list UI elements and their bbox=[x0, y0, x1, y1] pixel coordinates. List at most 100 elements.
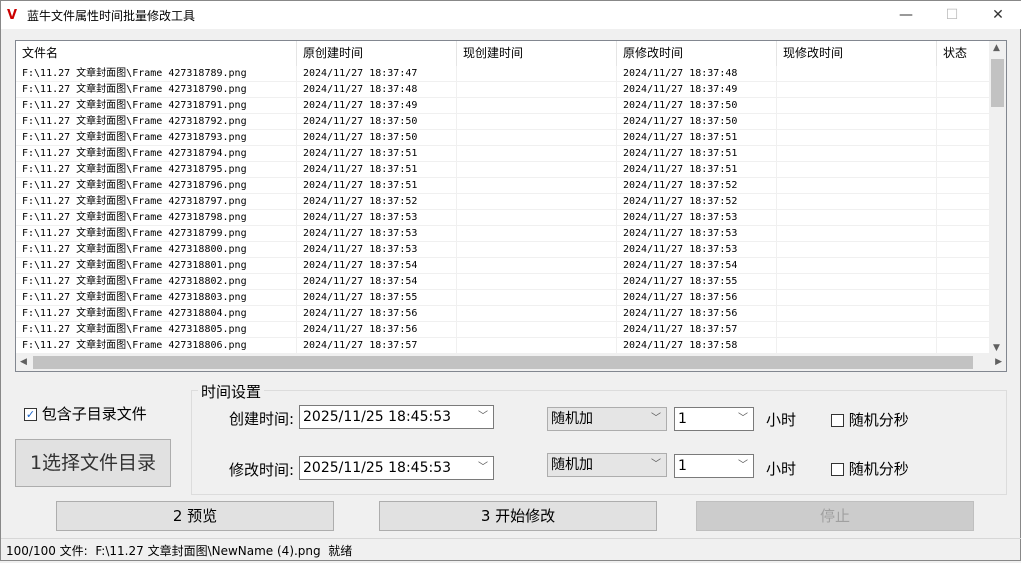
column-header[interactable]: 原创建时间 bbox=[297, 41, 457, 66]
table-row[interactable]: F:\11.27 文章封面图\Frame 427318801.png 2024/1… bbox=[16, 258, 997, 274]
table-row[interactable]: F:\11.27 文章封面图\Frame 427318799.png 2024/1… bbox=[16, 226, 997, 242]
modify-random-checkbox[interactable]: 随机分秒 bbox=[831, 458, 909, 479]
table-row[interactable]: F:\11.27 文章封面图\Frame 427318793.png 2024/1… bbox=[16, 130, 997, 146]
table-cell: 2024/11/27 18:37:53 bbox=[617, 242, 777, 258]
table-cell bbox=[937, 210, 997, 226]
table-cell bbox=[777, 194, 937, 210]
chevron-down-icon[interactable]: ﹀ bbox=[738, 455, 748, 477]
table-cell bbox=[457, 290, 617, 306]
minimize-button[interactable]: — bbox=[883, 1, 929, 29]
table-cell bbox=[937, 178, 997, 194]
table-row[interactable]: F:\11.27 文章封面图\Frame 427318797.png 2024/1… bbox=[16, 194, 997, 210]
create-time-label: 创建时间: bbox=[229, 410, 295, 428]
stop-button[interactable]: 停止 bbox=[696, 501, 974, 531]
chevron-down-icon[interactable]: ﹀ bbox=[651, 454, 661, 476]
table-cell: 2024/11/27 18:37:47 bbox=[297, 66, 457, 82]
modify-mode-select[interactable]: 随机加 ﹀ bbox=[547, 453, 667, 477]
table-cell bbox=[937, 194, 997, 210]
horizontal-scrollbar[interactable]: ◀ ▶ bbox=[16, 354, 1006, 371]
time-settings-title: 时间设置 bbox=[198, 381, 265, 402]
create-random-label: 随机分秒 bbox=[848, 411, 909, 429]
chevron-down-icon[interactable]: ﹀ bbox=[478, 457, 488, 479]
table-cell bbox=[937, 82, 997, 98]
horizontal-scroll-thumb[interactable] bbox=[33, 356, 973, 369]
maximize-button[interactable]: ☐ bbox=[929, 1, 975, 29]
table-cell bbox=[777, 242, 937, 258]
table-row[interactable]: F:\11.27 文章封面图\Frame 427318796.png 2024/1… bbox=[16, 178, 997, 194]
modify-time-label: 修改时间: bbox=[229, 461, 295, 479]
file-list-table[interactable]: 文件名 原创建时间 现创建时间 原修改时间 现修改时间 状态 F:\11.27 文章封面图… bbox=[15, 40, 1007, 372]
table-cell bbox=[777, 82, 937, 98]
column-header[interactable]: 现创建时间 bbox=[457, 41, 617, 66]
table-cell: F:\11.27 文章封面图\Frame 427318803.png bbox=[16, 290, 297, 306]
table-cell bbox=[457, 82, 617, 98]
table-cell bbox=[457, 274, 617, 290]
checkbox-unchecked-icon[interactable] bbox=[831, 414, 844, 427]
table-cell: 2024/11/27 18:37:50 bbox=[617, 114, 777, 130]
scroll-down-icon[interactable]: ▼ bbox=[993, 343, 1000, 353]
table-cell: F:\11.27 文章封面图\Frame 427318802.png bbox=[16, 274, 297, 290]
table-row[interactable]: F:\11.27 文章封面图\Frame 427318803.png 2024/1… bbox=[16, 290, 997, 306]
table-cell bbox=[937, 306, 997, 322]
column-header[interactable]: 文件名 bbox=[16, 41, 297, 66]
include-subdirs-checkbox[interactable]: ✓ 包含子目录文件 bbox=[24, 403, 147, 424]
table-cell: F:\11.27 文章封面图\Frame 427318806.png bbox=[16, 338, 297, 354]
scroll-right-icon[interactable]: ▶ bbox=[995, 357, 1002, 367]
table-row[interactable]: F:\11.27 文章封面图\Frame 427318789.png 2024/1… bbox=[16, 66, 997, 82]
table-cell bbox=[937, 162, 997, 178]
table-cell bbox=[937, 226, 997, 242]
table-cell bbox=[457, 162, 617, 178]
table-cell bbox=[777, 178, 937, 194]
table-cell bbox=[777, 210, 937, 226]
table-cell bbox=[937, 98, 997, 114]
table-cell: 2024/11/27 18:37:51 bbox=[297, 178, 457, 194]
start-modify-button[interactable]: 3 开始修改 bbox=[379, 501, 657, 531]
vertical-scrollbar[interactable]: ▲ ▼ bbox=[989, 41, 1006, 355]
scroll-left-icon[interactable]: ◀ bbox=[20, 357, 27, 367]
preview-button[interactable]: 2 预览 bbox=[56, 501, 334, 531]
table-row[interactable]: F:\11.27 文章封面图\Frame 427318795.png 2024/1… bbox=[16, 162, 997, 178]
column-header[interactable]: 原修改时间 bbox=[617, 41, 777, 66]
table-cell: F:\11.27 文章封面图\Frame 427318790.png bbox=[16, 82, 297, 98]
close-button[interactable]: ✕ bbox=[975, 1, 1021, 29]
create-mode-select[interactable]: 随机加 ﹀ bbox=[547, 407, 667, 431]
table-row[interactable]: F:\11.27 文章封面图\Frame 427318790.png 2024/1… bbox=[16, 82, 997, 98]
vertical-scroll-thumb[interactable] bbox=[991, 59, 1004, 107]
column-header[interactable]: 现修改时间 bbox=[777, 41, 937, 66]
table-cell bbox=[937, 242, 997, 258]
chevron-down-icon[interactable]: ﹀ bbox=[478, 406, 488, 428]
table-cell bbox=[777, 258, 937, 274]
table-row[interactable]: F:\11.27 文章封面图\Frame 427318794.png 2024/1… bbox=[16, 146, 997, 162]
select-directory-button[interactable]: 1选择文件目录 bbox=[15, 439, 171, 487]
table-row[interactable]: F:\11.27 文章封面图\Frame 427318792.png 2024/1… bbox=[16, 114, 997, 130]
create-amount-select[interactable]: 1 ﹀ bbox=[674, 407, 754, 431]
table-cell bbox=[457, 210, 617, 226]
checkbox-checked-icon[interactable]: ✓ bbox=[24, 408, 37, 421]
table-row[interactable]: F:\11.27 文章封面图\Frame 427318804.png 2024/1… bbox=[16, 306, 997, 322]
table-cell bbox=[457, 66, 617, 82]
table-cell bbox=[777, 162, 937, 178]
create-random-checkbox[interactable]: 随机分秒 bbox=[831, 409, 909, 430]
table-row[interactable]: F:\11.27 文章封面图\Frame 427318798.png 2024/1… bbox=[16, 210, 997, 226]
table-row[interactable]: F:\11.27 文章封面图\Frame 427318805.png 2024/1… bbox=[16, 322, 997, 338]
table-row[interactable]: F:\11.27 文章封面图\Frame 427318791.png 2024/1… bbox=[16, 98, 997, 114]
table-cell: 2024/11/27 18:37:53 bbox=[297, 210, 457, 226]
table-cell bbox=[777, 98, 937, 114]
scroll-up-icon[interactable]: ▲ bbox=[993, 43, 1000, 53]
table-cell bbox=[457, 194, 617, 210]
modify-time-picker[interactable]: 2025/11/25 18:45:53 ﹀ bbox=[299, 456, 494, 480]
table-row[interactable]: F:\11.27 文章封面图\Frame 427318802.png 2024/1… bbox=[16, 274, 997, 290]
table-row[interactable]: F:\11.27 文章封面图\Frame 427318806.png 2024/1… bbox=[16, 338, 997, 354]
table-cell: 2024/11/27 18:37:48 bbox=[297, 82, 457, 98]
chevron-down-icon[interactable]: ﹀ bbox=[738, 408, 748, 430]
column-header[interactable]: 状态 bbox=[937, 41, 997, 66]
modify-amount-select[interactable]: 1 ﹀ bbox=[674, 454, 754, 478]
create-time-picker[interactable]: 2025/11/25 18:45:53 ﹀ bbox=[299, 405, 494, 429]
table-cell: 2024/11/27 18:37:49 bbox=[617, 82, 777, 98]
table-cell: F:\11.27 文章封面图\Frame 427318789.png bbox=[16, 66, 297, 82]
table-row[interactable]: F:\11.27 文章封面图\Frame 427318800.png 2024/1… bbox=[16, 242, 997, 258]
table-cell: F:\11.27 文章封面图\Frame 427318795.png bbox=[16, 162, 297, 178]
table-cell bbox=[457, 338, 617, 354]
checkbox-unchecked-icon[interactable] bbox=[831, 463, 844, 476]
chevron-down-icon[interactable]: ﹀ bbox=[651, 408, 661, 430]
